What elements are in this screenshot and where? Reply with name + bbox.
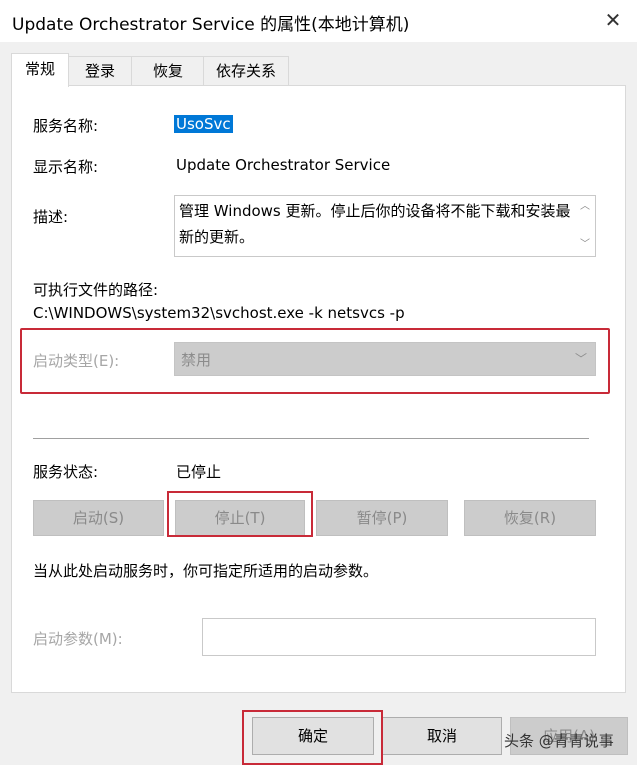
- annotation-highlight-startup: [20, 328, 610, 394]
- description-scrollbar[interactable]: ︿ ﹀: [575, 196, 595, 256]
- window-title: Update Orchestrator Service 的属性(本地计算机): [12, 15, 410, 35]
- tab-recovery[interactable]: 恢复: [131, 56, 205, 86]
- hint-text: 当从此处启动服务时，你可指定所适用的启动参数。: [33, 562, 379, 580]
- tab-logon[interactable]: 登录: [67, 56, 133, 86]
- cancel-button[interactable]: 取消: [382, 717, 502, 755]
- pause-button[interactable]: 暂停(P): [316, 500, 448, 536]
- description-label: 描述:: [33, 208, 69, 226]
- annotation-highlight-stop: [167, 491, 313, 537]
- description-text: 管理 Windows 更新。停止后你的设备将不能下载和安装最新的更新。: [179, 202, 571, 246]
- title-bar: Update Orchestrator Service 的属性(本地计算机) ✕: [0, 0, 637, 42]
- tab-general[interactable]: 常规: [11, 53, 69, 87]
- path-value: C:\WINDOWS\system32\svchost.exe -k netsv…: [33, 304, 405, 322]
- service-status-value: 已停止: [176, 463, 222, 481]
- divider: [33, 438, 589, 439]
- start-button[interactable]: 启动(S): [33, 500, 164, 536]
- close-icon[interactable]: ✕: [598, 6, 628, 34]
- annotation-highlight-ok: [242, 710, 383, 765]
- service-name-value[interactable]: UsoSvc: [174, 115, 233, 133]
- display-name-label: 显示名称:: [33, 158, 99, 176]
- tab-dependencies[interactable]: 依存关系: [203, 56, 289, 86]
- start-params-label: 启动参数(M):: [33, 630, 123, 648]
- watermark: 头条 @青青说事: [504, 732, 614, 750]
- description-box[interactable]: 管理 Windows 更新。停止后你的设备将不能下载和安装最新的更新。 ︿ ﹀: [174, 195, 596, 257]
- resume-button[interactable]: 恢复(R): [464, 500, 596, 536]
- service-status-label: 服务状态:: [33, 463, 99, 481]
- chevron-up-icon[interactable]: ︿: [575, 198, 595, 216]
- chevron-down-icon[interactable]: ﹀: [575, 236, 595, 254]
- start-params-input[interactable]: [202, 618, 596, 656]
- service-name-label: 服务名称:: [33, 117, 99, 135]
- display-name-value: Update Orchestrator Service: [176, 156, 391, 174]
- path-label: 可执行文件的路径:: [33, 281, 159, 299]
